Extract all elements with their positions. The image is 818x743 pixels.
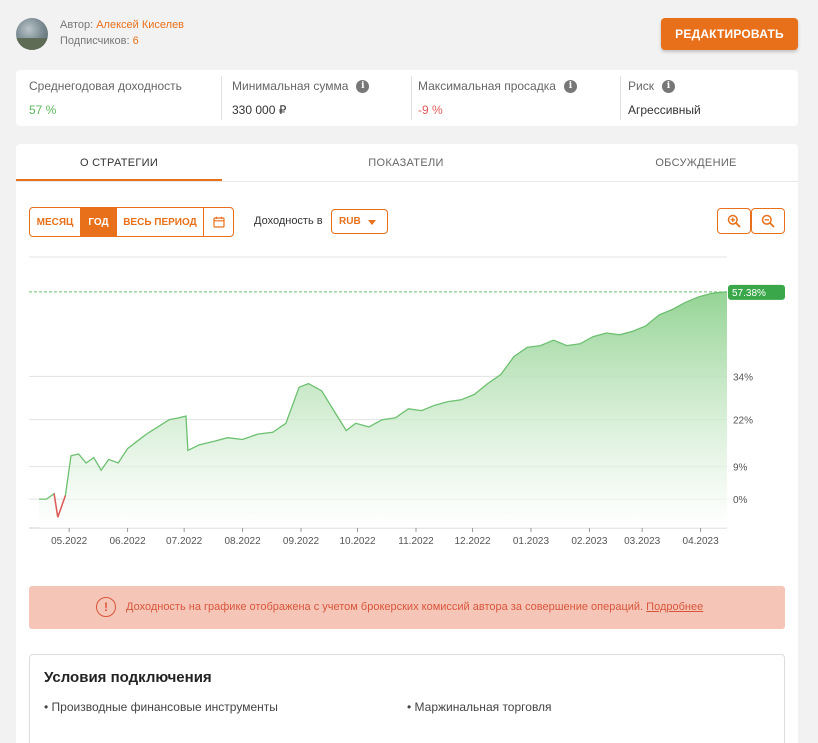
currency-value: RUB — [339, 216, 361, 227]
x-tick-label: 05.2022 — [51, 536, 88, 547]
condition-item: • Маржинальная торговля — [407, 700, 552, 714]
active-tab-indicator — [16, 179, 222, 181]
subscribers-count: 6 — [132, 35, 139, 47]
x-tick-label: 02.2023 — [571, 536, 608, 547]
chart-svg: 0% 9% 22% 34% 05.2022 06.2022 07.2022 08.2022 09… — [29, 256, 785, 547]
last-value-label: 57.38% — [732, 288, 766, 299]
notice-more-link[interactable]: Подробнее — [646, 601, 703, 613]
divider — [411, 76, 412, 120]
stat-value: 57 % — [29, 103, 57, 117]
x-tick-label: 09.2022 — [283, 536, 320, 547]
y-tick-label: 0% — [733, 495, 748, 506]
zoom-in-button[interactable] — [717, 208, 751, 234]
period-month-button[interactable]: МЕСЯЦ — [30, 208, 81, 236]
period-selector: МЕСЯЦ ГОД ВЕСЬ ПЕРИОД — [29, 207, 234, 237]
divider — [221, 76, 222, 120]
stat-value: 330 000 ₽ — [232, 103, 287, 117]
stat-label: Среднегодовая доходность — [29, 79, 182, 93]
author-label: Автор: — [60, 19, 94, 31]
author-name-link[interactable]: Алексей Киселев — [96, 19, 184, 31]
conditions-card: Условия подключения • Производные финанс… — [29, 654, 785, 743]
condition-item: • Производные финансовые инструменты — [44, 700, 278, 714]
info-icon[interactable]: i — [356, 79, 370, 93]
warning-circle-icon: ! — [96, 597, 116, 617]
stat-label: Риск i — [628, 79, 675, 93]
period-year-button[interactable]: ГОД — [81, 208, 117, 236]
tabs: О СТРАТЕГИИ ПОКАЗАТЕЛИ ОБСУЖДЕНИЕ — [16, 144, 798, 182]
currency-select[interactable]: RUB — [331, 209, 388, 234]
header: Автор: Алексей Киселев Подписчиков: 6 РЕ… — [0, 0, 818, 66]
avatar[interactable] — [16, 18, 48, 50]
edit-button[interactable]: РЕДАКТИРОВАТЬ — [661, 18, 798, 50]
conditions-title: Условия подключения — [44, 669, 212, 686]
y-tick-label: 34% — [733, 372, 753, 383]
x-tick-label: 07.2022 — [166, 536, 203, 547]
strategy-card: О СТРАТЕГИИ ПОКАЗАТЕЛИ ОБСУЖДЕНИЕ МЕСЯЦ … — [16, 144, 798, 743]
info-icon[interactable]: i — [563, 79, 577, 93]
notice-text: Доходность на графике отображена с учето… — [126, 601, 704, 613]
subscribers-line: Подписчиков: 6 — [60, 35, 139, 47]
stat-value: -9 % — [418, 103, 443, 117]
yield-chart[interactable]: 0% 9% 22% 34% 05.2022 06.2022 07.2022 08.2022 09… — [29, 256, 789, 556]
series-area — [39, 291, 727, 528]
tab-indicators[interactable]: ПОКАЗАТЕЛИ — [306, 144, 506, 182]
x-tick-label: 12.2022 — [454, 536, 491, 547]
zoom-out-button[interactable] — [751, 208, 785, 234]
stats-card: Среднегодовая доходность 57 % Минимальна… — [16, 70, 798, 126]
subscribers-label: Подписчиков: — [60, 35, 130, 47]
y-tick-label: 22% — [733, 416, 753, 427]
tab-discussion[interactable]: ОБСУЖДЕНИЕ — [596, 144, 796, 182]
zoom-in-icon — [727, 214, 741, 228]
x-tick-label: 03.2023 — [624, 536, 661, 547]
stat-value: Агрессивный — [628, 103, 701, 117]
x-tick-label: 06.2022 — [110, 536, 147, 547]
divider — [620, 76, 621, 120]
x-tick-label: 08.2022 — [224, 536, 261, 547]
author-line: Автор: Алексей Киселев — [60, 19, 184, 31]
x-tick-label: 04.2023 — [683, 536, 720, 547]
calendar-button[interactable] — [204, 208, 233, 236]
stat-label: Максимальная просадка i — [418, 79, 577, 93]
zoom-out-icon — [761, 214, 775, 228]
chevron-down-icon — [368, 220, 376, 225]
x-tick-label: 11.2022 — [398, 536, 434, 547]
calendar-icon — [212, 216, 225, 228]
x-tick-label: 10.2022 — [339, 536, 376, 547]
info-icon[interactable]: i — [661, 79, 675, 93]
tab-about-strategy[interactable]: О СТРАТЕГИИ — [16, 144, 222, 182]
y-tick-label: 9% — [733, 463, 748, 474]
yield-currency-label: Доходность в — [254, 215, 323, 227]
period-all-button[interactable]: ВЕСЬ ПЕРИОД — [117, 208, 204, 236]
x-tick-label: 01.2023 — [513, 536, 550, 547]
stat-label: Минимальная сумма i — [232, 79, 370, 93]
commission-notice: ! Доходность на графике отображена с уче… — [29, 586, 785, 629]
